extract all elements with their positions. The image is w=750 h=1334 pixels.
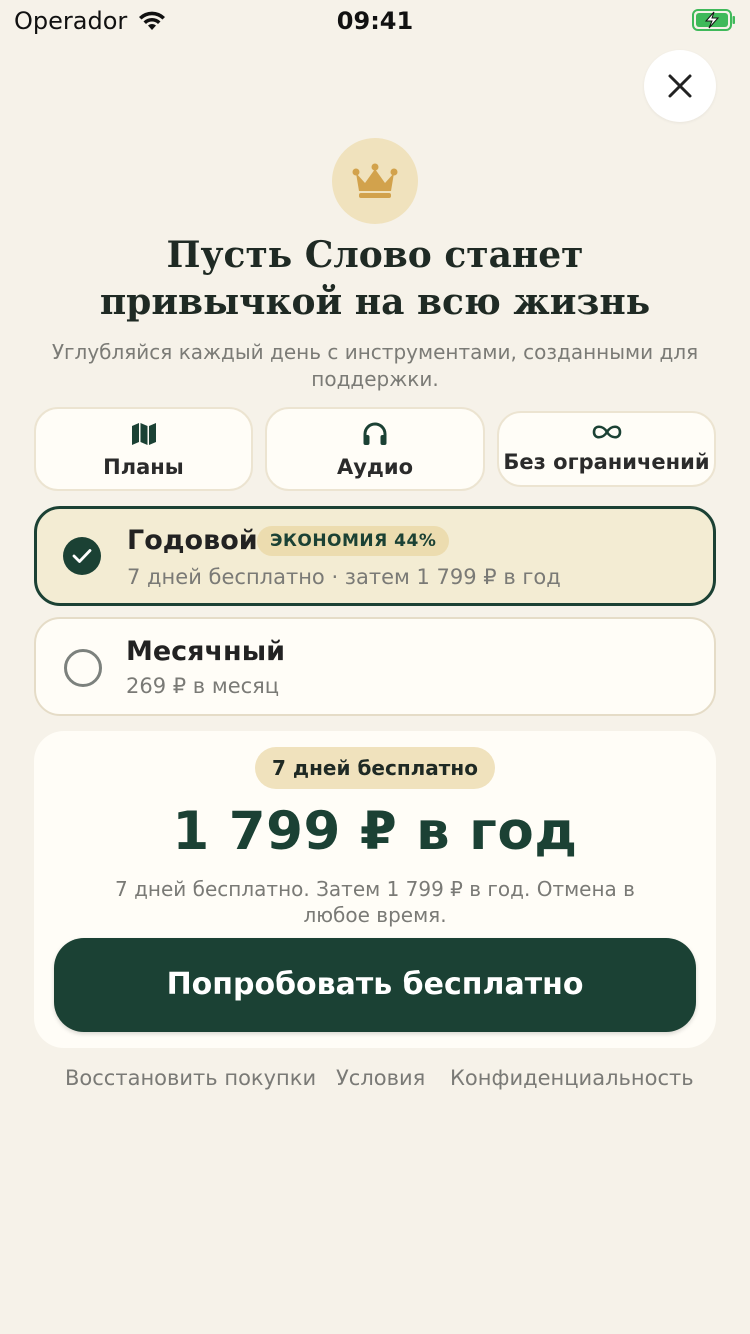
close-button[interactable] [644,50,716,122]
battery-charging-icon [692,9,735,31]
plan-option-monthly[interactable]: Месячный 269 ₽ в месяц [34,617,716,716]
feature-audio: Аудио [265,407,485,491]
savings-badge: ЭКОНОМИЯ 44% [257,526,450,556]
trial-badge: 7 дней бесплатно [255,747,495,789]
plan-yearly-title: Годовой [127,525,258,556]
terms-link[interactable]: Условия [336,1066,425,1090]
plan-monthly-title: Месячный [126,636,286,667]
feature-plans-label: Планы [103,455,184,479]
infinity-icon [592,425,621,439]
price-note: 7 дней бесплатно. Затем 1 799 ₽ в год. О… [115,877,635,927]
price-label: 1 799 ₽ в год [172,801,578,862]
plan-yearly-detail: 7 дней бесплатно · затем 1 799 ₽ в год [127,565,561,589]
radio-unselected [64,649,102,687]
close-icon [668,74,692,98]
title-line-1: Пусть Слово станет [166,234,584,276]
page-title: Пусть Слово станет привычкой на всю жизн… [0,232,750,326]
title-line-2: привычкой на всю жизнь [99,281,651,323]
status-bar: Operador 09:41 [0,0,750,40]
check-icon [72,549,92,563]
summary-card: 7 дней бесплатно 1 799 ₽ в год 7 дней бе… [34,731,716,1048]
clock: 09:41 [336,7,414,35]
plan-monthly-detail: 269 ₽ в месяц [126,674,280,698]
crown-icon [352,163,398,198]
restore-purchases-link[interactable]: Восстановить покупки [65,1066,316,1090]
headphones-icon [363,422,387,445]
plan-option-yearly[interactable]: Годовой ЭКОНОМИЯ 44% 7 дней бесплатно · … [34,506,716,606]
privacy-link[interactable]: Конфиденциальность [450,1066,694,1090]
radio-selected [63,537,101,575]
start-trial-button[interactable]: Попробовать бесплатно [54,938,696,1032]
map-icon [131,423,156,445]
page-subtitle: Углубляйся каждый день с инструментами, … [51,340,699,391]
crown-badge [332,138,418,224]
feature-unlimited-label: Без ограничений [503,450,710,474]
feature-audio-label: Аудио [336,455,414,479]
feature-unlimited: Без ограничений [497,411,716,487]
feature-plans: Планы [34,407,253,491]
